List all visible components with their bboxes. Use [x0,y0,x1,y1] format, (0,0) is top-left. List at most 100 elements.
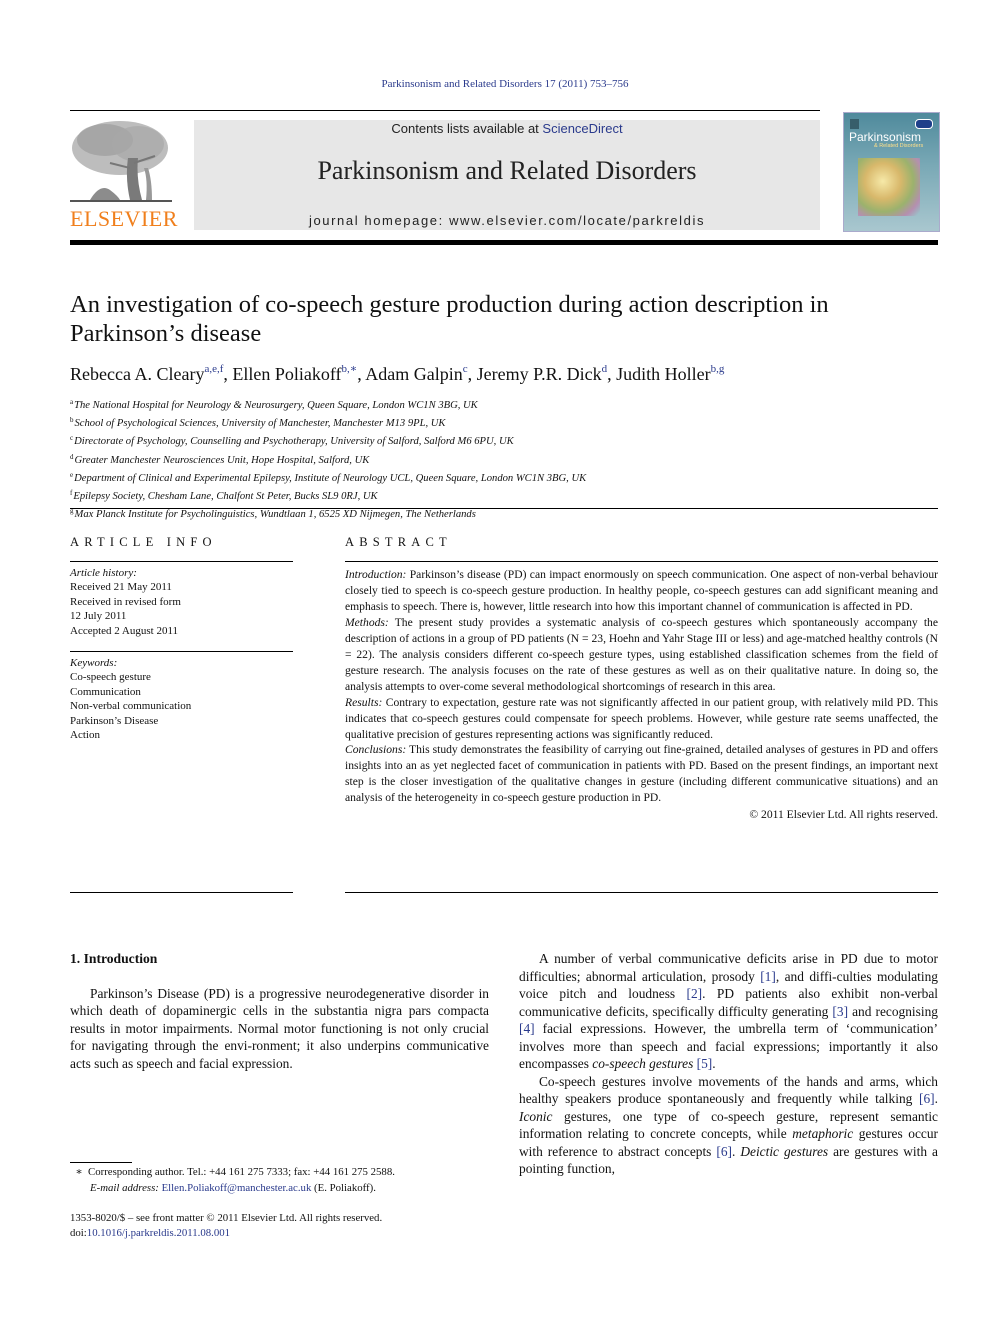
history-item: Received in revised form [70,595,181,608]
citation-link[interactable]: Parkinsonism and Related Disorders 17 (2… [381,78,628,90]
affiliation: aThe National Hospital for Neurology & N… [70,395,586,413]
reference-link[interactable]: [2] [687,986,703,1001]
author: Rebecca A. Clearya,e,f [70,363,223,384]
elsevier-logo[interactable]: ELSEVIER [70,118,178,232]
journal-homepage: journal homepage: www.elsevier.com/locat… [194,213,820,228]
divider [70,508,938,509]
homepage-url-link[interactable]: www.elsevier.com/locate/parkreldis [449,213,705,228]
text-run: . [934,1091,938,1106]
reference-link[interactable]: [4] [519,1021,535,1036]
tree-icon [70,121,172,202]
doi-link[interactable]: 10.1016/j.parkreldis.2011.08.001 [87,1227,230,1239]
cover-subtitle: & Related Disorders [874,143,924,149]
email-link[interactable]: Ellen.Poliakoff@manchester.ac.uk [162,1182,312,1194]
email-label: E-mail address: [90,1181,159,1194]
article-info-heading: ARTICLE INFO [70,535,217,549]
affiliation-link[interactable]: c [463,363,468,375]
affiliation: dGreater Manchester Neurosciences Unit, … [70,450,586,468]
italic-term: metaphoric [792,1126,854,1141]
divider [70,561,293,562]
email-note: E-mail address: Ellen.Poliakoff@manchest… [70,1181,510,1197]
divider [345,892,938,893]
affiliation-link[interactable]: d [602,363,608,375]
author-name: Jeremy P.R. Dick [476,364,602,384]
reference-link[interactable]: [6] [716,1144,732,1159]
body-column-left: 1. Introduction Parkinson’s Disease (PD)… [70,950,489,1072]
publisher-wordmark: ELSEVIER [70,206,178,231]
affiliation-text: School of Psychological Sciences, Univer… [74,418,446,430]
article-title: An investigation of co-speech gesture pr… [70,291,829,347]
front-matter: 1353-8020/$ – see front matter © 2011 El… [70,1211,510,1241]
footnote: ∗ Corresponding author. Tel.: +44 161 275… [70,1165,510,1196]
affiliation-link[interactable]: a,e,f [204,363,223,375]
abstract-body: Introduction: Parkinson’s disease (PD) c… [345,567,938,823]
affiliation: bSchool of Psychological Sciences, Unive… [70,413,586,431]
cover-title: Parkinsonism [849,130,922,144]
history-item: Accepted 2 August 2011 [70,624,179,637]
author: Ellen Poliakoffb,∗ [232,363,358,384]
history-item: Received 21 May 2011 [70,581,172,594]
divider [70,110,820,111]
reference-link[interactable]: [5] [697,1056,713,1071]
cover-painting [858,158,920,216]
body-paragraph: Parkinson’s Disease (PD) is a progressiv… [70,985,489,1071]
contents-prefix: Contents lists available at [391,121,543,136]
footnote-marker: ∗ [75,1166,83,1178]
text-run: and recognising [848,1003,938,1019]
sciencedirect-link[interactable]: ScienceDirect [542,121,622,136]
abstract-introduction: Introduction: Parkinson’s disease (PD) c… [345,567,938,615]
keywords: Keywords: Co-speech gesture Communicatio… [70,656,293,742]
author: Judith Hollerb,g [616,363,725,384]
author-name: Rebecca A. Cleary [70,364,205,384]
abstract-section-text: Parkinson’s disease (PD) can impact enor… [345,568,938,613]
affiliation-key: a [70,398,74,406]
keyword: Parkinson’s Disease [70,714,159,727]
article-history: Article history: Received 21 May 2011 Re… [70,566,293,638]
abstract-copyright: © 2011 Elsevier Ltd. All rights reserved… [749,808,938,822]
reference-link[interactable]: [1] [760,969,776,984]
contents-line: Contents lists available at ScienceDirec… [194,121,820,136]
affiliation-key: e [70,470,74,479]
affiliation: cDirectorate of Psychology, Counselling … [70,431,586,449]
affiliation-link[interactable]: b,g [711,363,725,375]
issn-line: 1353-8020/$ – see front matter © 2011 El… [70,1212,383,1224]
keyword: Co-speech gesture [70,671,151,684]
affiliation-text: Department of Clinical and Experimental … [74,472,587,484]
affiliation: eDepartment of Clinical and Experimental… [70,468,586,486]
author-name: Ellen Poliakoff [232,364,342,384]
abstract-section-text: The present study provides a systematic … [345,615,938,693]
homepage-label: journal homepage: [308,213,450,228]
keyword: Action [70,729,100,742]
text-run: . [712,1056,716,1071]
abstract-section-label: Methods: [345,615,389,629]
reference-link[interactable]: [6] [919,1091,935,1106]
keywords-label: Keywords: [70,657,118,669]
keyword: Non-verbal communication [70,700,192,713]
abstract-section-text: This study demonstrates the feasibility … [345,743,938,805]
divider [70,651,293,652]
journal-title: Parkinsonism and Related Disorders [317,156,697,185]
affiliation-link[interactable]: b,∗ [342,363,358,375]
doi-label: doi: [70,1227,87,1239]
author-name: Judith Holler [616,364,711,384]
journal-citation[interactable]: Parkinsonism and Related Disorders 17 (2… [0,78,992,90]
divider [345,561,938,562]
affiliation-key: f [70,489,73,498]
affiliation-key: c [70,434,74,443]
reference-link[interactable]: [3] [832,1004,848,1019]
header-divider [70,240,938,245]
affiliation-key: d [70,452,74,461]
affiliation-text: The National Hospital for Neurology & Ne… [74,400,478,411]
author-name: Adam Galpin [365,364,463,384]
divider [70,892,293,893]
abstract-section-label: Introduction: [345,568,407,581]
journal-banner: Contents lists available at ScienceDirec… [194,120,820,230]
abstract-conclusions: Conclusions: This study demonstrates the… [345,742,938,806]
abstract-methods: Methods: The present study provides a sy… [345,615,938,695]
journal-cover-image[interactable]: Parkinsonism & Related Disorders [843,112,940,232]
affiliation-text: Directorate of Psychology, Counselling a… [74,436,514,448]
corresponding-author-note: ∗ Corresponding author. Tel.: +44 161 275… [70,1165,510,1181]
text-run: facial expressions. However, the umbrell… [519,1021,938,1071]
affiliation-text: Epilepsy Society, Chesham Lane, Chalfont… [73,491,378,503]
abstract-results: Results: Contrary to expectation, gestur… [345,695,938,743]
